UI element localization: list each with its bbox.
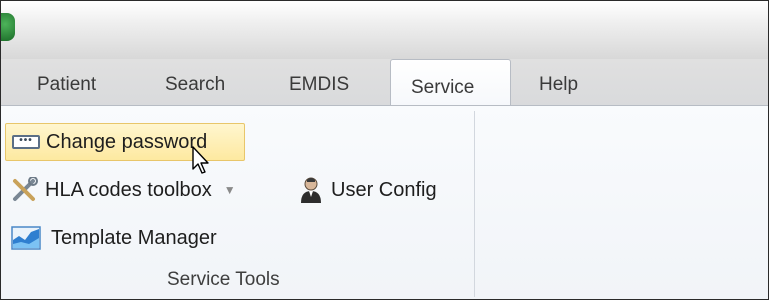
ribbon-tab-bar: [1, 59, 768, 105]
ribbon-group-separator: [474, 111, 475, 297]
application-window: Patient Search EMDIS Service Help ••• Ch…: [0, 0, 769, 300]
ribbon-group-label: Service Tools: [167, 269, 280, 290]
chart-icon: [11, 226, 41, 250]
user-config-label: User Config: [331, 178, 437, 201]
change-password-label: Change password: [46, 130, 208, 153]
template-manager-label: Template Manager: [51, 226, 217, 249]
user-icon: [299, 176, 323, 204]
hla-codes-toolbox-label: HLA codes toolbox: [45, 178, 212, 201]
hla-codes-toolbox-button[interactable]: HLA codes toolbox ▼: [11, 175, 236, 205]
tab-patient[interactable]: Patient: [37, 73, 96, 97]
tab-emdis[interactable]: EMDIS: [289, 73, 349, 97]
chevron-down-icon[interactable]: ▼: [224, 183, 236, 197]
tab-help[interactable]: Help: [539, 73, 578, 97]
tools-icon: [11, 176, 41, 203]
mouse-cursor-icon: [191, 145, 211, 175]
password-field-icon: •••: [12, 135, 40, 149]
tab-service[interactable]: Service: [390, 59, 511, 106]
template-manager-button[interactable]: Template Manager: [11, 223, 217, 253]
user-config-button[interactable]: User Config: [299, 175, 437, 205]
app-logo-icon: [1, 13, 15, 41]
tab-search[interactable]: Search: [165, 73, 225, 97]
title-bar: [1, 1, 768, 59]
